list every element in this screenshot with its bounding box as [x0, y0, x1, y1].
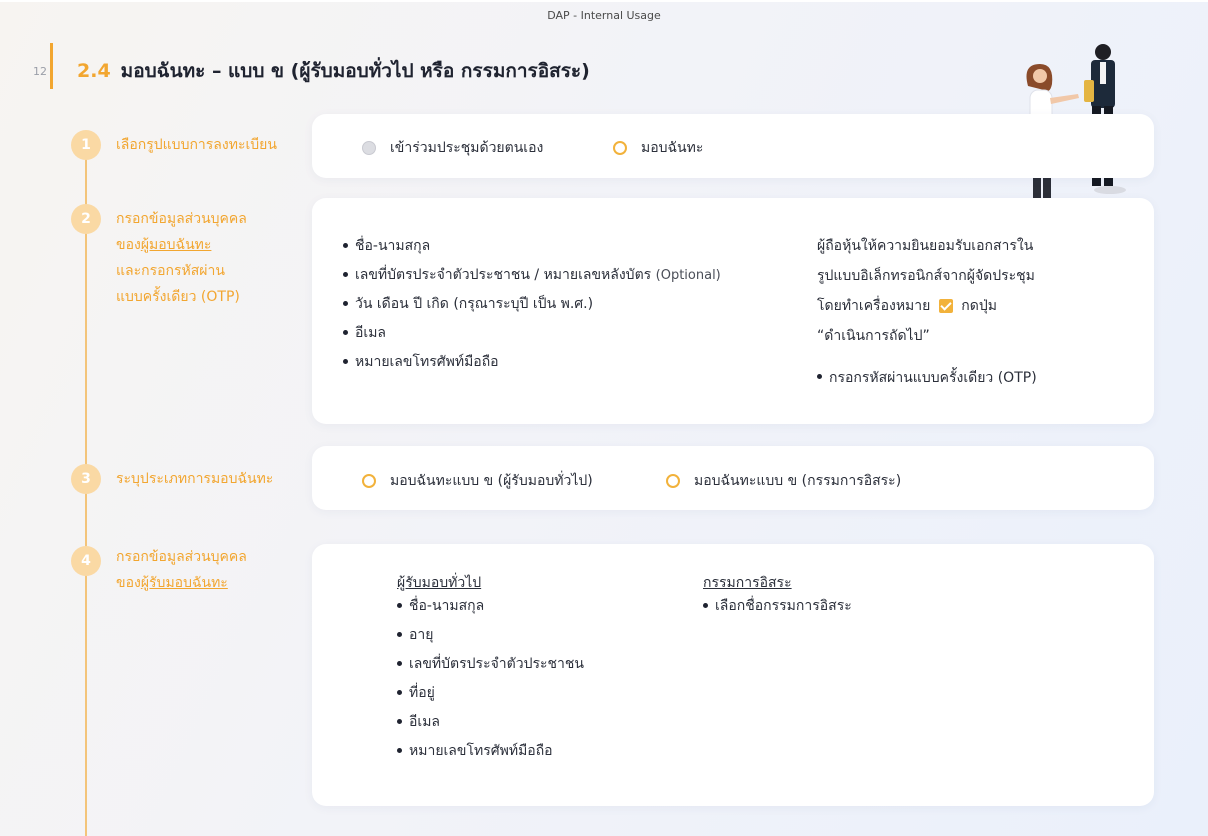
list-item: อายุ: [397, 621, 584, 650]
step-2-label-line1: กรอกข้อมูลส่วนบุคคล: [116, 211, 247, 227]
consent-text: ผู้ถือหุ้นให้ความยินยอมรับเอกสารใน รูปแบ…: [817, 231, 1035, 351]
step-2-label-line2: ของผู้มอบฉันทะ: [116, 232, 247, 258]
radio-icon: [362, 474, 376, 488]
step-1-label: เลือกรูปแบบการลงทะเบียน: [116, 137, 277, 153]
section-title: มอบฉันทะ – แบบ ข (ผู้รับมอบทั่วไป หรือ ก…: [120, 60, 590, 82]
radio-unselected-icon: [362, 141, 376, 155]
slide-page: DAP - Internal Usage 12 2.4 มอบฉันทะ – แบ…: [0, 0, 1208, 836]
step-2-circle: 2: [71, 204, 101, 234]
list-item: เลขที่บัตรประจำตัวประชาชน / หมายเลขหลังบ…: [343, 261, 721, 290]
list-item: อีเมล: [343, 319, 721, 348]
list-item: วัน เดือน ปี เกิด (กรุณาระบุปี เป็น พ.ศ.…: [343, 290, 721, 319]
proxy-option[interactable]: มอบฉันทะ: [613, 137, 703, 159]
consent-line2: รูปแบบอิเล็กทรอนิกส์จากผู้จัดประชุม: [817, 268, 1035, 284]
independent-director-heading: กรรมการอิสระ: [703, 575, 792, 591]
step-1-circle: 1: [71, 130, 101, 160]
independent-director-field-list: เลือกชื่อกรรมการอิสระ: [703, 592, 852, 621]
list-item: เลือกชื่อกรรมการอิสระ: [703, 592, 852, 621]
grantor-field-list: ชื่อ-นามสกุล เลขที่บัตรประจำตัวประชาชน /…: [343, 232, 721, 377]
step-2-label-line4: แบบครั้งเดียว (OTP): [116, 289, 240, 305]
list-item: ชื่อ-นามสกุล: [343, 232, 721, 261]
step-4-label-line2: ของผู้รับมอบฉันทะ: [116, 570, 247, 596]
step-2-label: กรอกข้อมูลส่วนบุคคล ของผู้มอบฉันทะ และกร…: [116, 206, 247, 310]
attend-in-person-option[interactable]: เข้าร่วมประชุมด้วยตนเอง: [362, 137, 543, 159]
list-item: ที่อยู่: [397, 679, 584, 708]
registration-type-card: เข้าร่วมประชุมด้วยตนเอง มอบฉันทะ: [312, 114, 1154, 178]
general-proxy-field-list: ชื่อ-นามสกุล อายุ เลขที่บัตรประจำตัวประช…: [397, 592, 584, 766]
proxy-holder-link: ผู้รับมอบฉันทะ: [140, 575, 228, 591]
grantor-link: ผู้มอบฉันทะ: [140, 237, 212, 253]
general-proxy-heading: ผู้รับมอบทั่วไป: [397, 575, 482, 591]
option-label: มอบฉันทะแบบ ข (กรรมการอิสระ): [694, 473, 902, 489]
optional-note: (Optional): [655, 268, 721, 283]
title-accent-bar: [50, 43, 53, 89]
section-number: 2.4: [77, 60, 111, 82]
option-label: เข้าร่วมประชุมด้วยตนเอง: [390, 140, 544, 156]
proxy-type-card: มอบฉันทะแบบ ข (ผู้รับมอบทั่วไป) มอบฉันทะ…: [312, 446, 1154, 510]
list-item: เลขที่บัตรประจำตัวประชาชน: [397, 650, 584, 679]
radio-icon: [666, 474, 680, 488]
list-item: หมายเลขโทรศัพท์มือถือ: [397, 737, 584, 766]
radio-icon: [613, 141, 627, 155]
list-item: หมายเลขโทรศัพท์มือถือ: [343, 348, 721, 377]
option-label: มอบฉันทะ: [641, 140, 704, 156]
checkbox-checked-icon: [938, 299, 953, 313]
list-item: กรอกรหัสผ่านแบบครั้งเดียว (OTP): [817, 365, 1037, 391]
label-prefix: ของ: [116, 237, 141, 253]
list-item: ชื่อ-นามสกุล: [397, 592, 584, 621]
step-2-label-line3: และกรอกรหัสผ่าน: [116, 263, 225, 279]
option-label: มอบฉันทะแบบ ข (ผู้รับมอบทั่วไป): [390, 473, 593, 489]
step-4-circle: 4: [71, 546, 101, 576]
step-4-label: กรอกข้อมูลส่วนบุคคล ของผู้รับมอบฉันทะ: [116, 544, 247, 596]
otp-bullet: กรอกรหัสผ่านแบบครั้งเดียว (OTP): [817, 365, 1037, 391]
step-3-label: ระบุประเภทการมอบฉันทะ: [116, 471, 274, 487]
page-title: 2.4 มอบฉันทะ – แบบ ข (ผู้รับมอบทั่วไป หรื…: [77, 56, 590, 86]
label-prefix: ของ: [116, 575, 141, 591]
general-proxy-option[interactable]: มอบฉันทะแบบ ข (ผู้รับมอบทั่วไป): [362, 470, 593, 492]
classification-note: DAP - Internal Usage: [547, 9, 661, 22]
page-number: 12: [33, 65, 47, 78]
consent-line4: “ดำเนินการถัดไป”: [817, 328, 930, 344]
list-item: อีเมล: [397, 708, 584, 737]
consent-line3: โดยทำเครื่องหมาย กดปุ่ม: [817, 298, 997, 314]
step-3-circle: 3: [71, 464, 101, 494]
top-border: [0, 0, 1208, 2]
independent-director-option[interactable]: มอบฉันทะแบบ ข (กรรมการอิสระ): [666, 470, 901, 492]
consent-line1: ผู้ถือหุ้นให้ความยินยอมรับเอกสารใน: [817, 238, 1034, 254]
step-4-label-line1: กรอกข้อมูลส่วนบุคคล: [116, 549, 247, 565]
